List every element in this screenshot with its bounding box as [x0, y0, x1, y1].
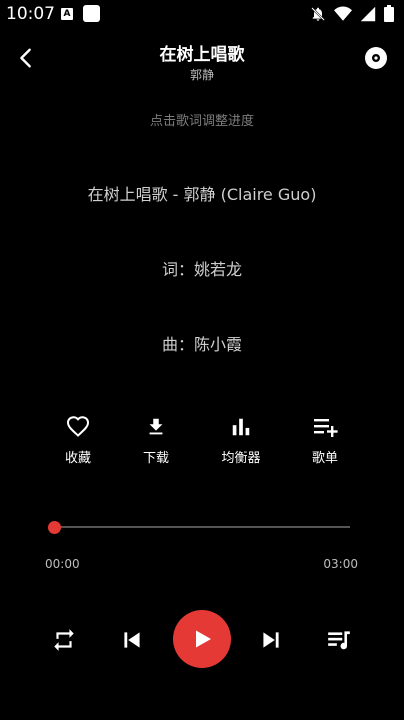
wifi-icon	[334, 6, 352, 21]
queue-button[interactable]	[325, 626, 353, 654]
progress-slider[interactable]	[48, 520, 350, 534]
download-label: 下载	[142, 451, 169, 466]
disc-view-button[interactable]	[364, 46, 388, 70]
signal-icon	[360, 6, 376, 21]
playlist-label: 歌单	[311, 451, 338, 466]
music-player-screen: 10:07 A 在树上唱歌 郭静 点击歌词调整进度 在树上唱歌 - 郭静 (Cl…	[0, 0, 404, 720]
song-title: 在树上唱歌	[159, 45, 245, 65]
download-button[interactable]: 下载	[121, 413, 191, 466]
progress-thumb[interactable]	[48, 521, 61, 534]
previous-button[interactable]	[118, 626, 146, 654]
status-icons	[310, 5, 394, 22]
queue-music-icon	[328, 631, 350, 650]
notifications-off-icon	[311, 6, 325, 21]
skip-next-icon	[263, 632, 279, 648]
bar-chart-icon	[232, 418, 250, 436]
song-artist: 郭静	[189, 68, 214, 82]
play-icon	[196, 630, 211, 648]
lyric-line[interactable]: 词：姚若龙	[0, 256, 404, 280]
disc-icon	[365, 47, 387, 69]
heart-icon	[66, 416, 90, 437]
playback-controls	[0, 610, 404, 668]
status-bar: 10:07 A	[0, 0, 404, 28]
play-button[interactable]	[173, 610, 231, 668]
status-time: 10:07	[6, 4, 55, 24]
progress-track	[54, 526, 350, 528]
add-to-playlist-button[interactable]: 歌单	[290, 413, 360, 466]
playlist-add-icon	[314, 419, 338, 437]
favorite-label: 收藏	[64, 451, 91, 466]
skip-previous-icon	[124, 632, 140, 648]
repeat-button[interactable]	[50, 626, 78, 654]
total-time: 03:00	[323, 557, 358, 571]
lyric-line[interactable]: 在树上唱歌 - 郭静 (Claire Guo)	[0, 181, 404, 205]
action-bar: 收藏 下载 均衡器 歌单	[0, 413, 404, 473]
notification-square-icon	[83, 5, 100, 22]
equalizer-button[interactable]: 均衡器	[206, 413, 276, 466]
lyric-line[interactable]: 曲：陈小霞	[0, 331, 404, 355]
equalizer-label: 均衡器	[221, 451, 261, 466]
favorite-button[interactable]: 收藏	[43, 413, 113, 466]
battery-icon	[384, 5, 394, 22]
notification-a-icon: A	[61, 8, 73, 20]
next-button[interactable]	[257, 626, 285, 654]
lyrics-hint: 点击歌词调整进度	[149, 114, 254, 129]
current-time: 00:00	[45, 557, 80, 571]
repeat-icon	[54, 629, 74, 651]
header: 在树上唱歌 郭静	[0, 28, 404, 92]
download-icon	[149, 418, 163, 435]
